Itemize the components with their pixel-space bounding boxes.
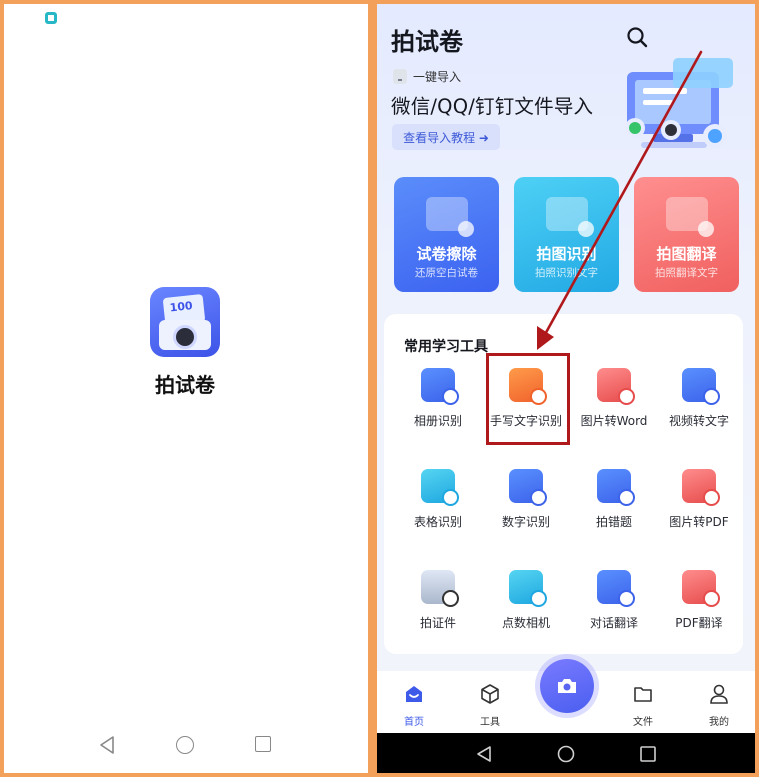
card-title: 试卷擦除 [416,245,477,263]
eraser-icon [426,197,474,237]
tool-label: 拍证件 [419,616,456,630]
nav-home-label: 首页 [404,717,424,728]
nav-tools[interactable]: 工具 [465,683,515,728]
tool-label: 数字识别 [501,515,550,529]
tool-label: 拍错题 [595,515,632,529]
system-nav-bar [4,718,368,773]
app-title: 拍试卷 [391,28,463,56]
status-bar-indicator-icon [45,12,57,24]
tool-pdf-translate[interactable]: PDF翻译 [654,570,744,631]
tool-count-camera[interactable]: 点数相机 [481,570,571,631]
import-tag-label: 一键导入 [413,70,462,84]
count-camera-icon [509,570,547,607]
card-title: 拍图翻译 [656,245,717,263]
search-icon[interactable] [626,26,648,48]
import-banner-title: 微信/QQ/钉钉文件导入 [391,95,594,118]
app-home-screen: 拍试卷 一键导入 微信/QQ/钉钉文件导入 查看导入教程 ➜ 试卷擦除 还原空白… [377,4,755,773]
tool-label: 相册识别 [413,414,462,428]
tool-dialogue-translate[interactable]: 对话翻译 [569,570,659,631]
tool-video-to-text[interactable]: 视频转文字 [654,368,744,429]
video-to-text-icon [682,368,720,405]
camera-icon [558,679,576,693]
nav-files-label: 文件 [633,717,653,728]
user-icon [710,684,728,704]
tool-image-to-pdf[interactable]: 图片转PDF [654,469,744,530]
recents-square-icon[interactable] [639,745,657,763]
id-photo-icon [421,570,459,607]
splash-screen: 100 拍试卷 [4,4,368,773]
nav-mine-label: 我的 [709,717,729,728]
card-subtitle: 还原空白试卷 [415,267,478,279]
image-to-word-icon [597,368,635,405]
image-to-pdf-icon [682,469,720,506]
mistake-capture-icon [597,469,635,506]
import-tutorial-button[interactable]: 查看导入教程 ➜ [392,124,500,150]
home-circle-icon[interactable] [557,745,575,763]
tool-label: 表格识别 [413,515,462,529]
pdf-translate-icon [682,570,720,607]
album-scan-icon [421,368,459,405]
download-icon [393,69,407,84]
camera-button[interactable] [540,659,594,713]
card-subtitle: 拍照识别文字 [535,267,598,279]
logo-camera-lens [173,325,197,349]
card-photo-translate[interactable]: 拍图翻译 拍照翻译文字 [634,177,739,292]
nav-home[interactable]: 首页 [389,683,439,728]
tool-label: 视频转文字 [668,414,729,428]
back-triangle-icon[interactable] [475,745,493,763]
tool-label: 对话翻译 [589,616,638,630]
nav-mine[interactable]: 我的 [694,683,744,728]
tool-album-scan[interactable]: 相册识别 [393,368,483,429]
tool-label: PDF翻译 [675,616,723,630]
home-icon [406,686,422,702]
card-title: 拍图识别 [536,245,597,263]
annotation-highlight-box [486,353,570,445]
folder-icon [634,687,652,702]
tool-label: 图片转PDF [669,515,729,529]
import-illustration-icon [625,58,733,148]
table-scan-icon [421,469,459,506]
dialogue-translate-icon [597,570,635,607]
back-triangle-icon[interactable] [98,735,116,755]
recents-square-icon[interactable] [255,736,271,752]
tool-id-photo[interactable]: 拍证件 [393,570,483,631]
logo-score-text: 100 [169,299,194,315]
splash-app-name: 拍试卷 [155,373,215,397]
home-circle-icon[interactable] [176,736,194,754]
app-logo-icon: 100 [150,287,220,357]
card-photo-recognize[interactable]: 拍图识别 拍照识别文字 [514,177,619,292]
card-exam-erase[interactable]: 试卷擦除 还原空白试卷 [394,177,499,292]
import-tag: 一键导入 [393,68,461,85]
card-subtitle: 拍照翻译文字 [655,267,718,279]
tool-table-scan[interactable]: 表格识别 [393,469,483,530]
nav-files[interactable]: 文件 [618,683,668,728]
system-nav-bar [377,733,755,773]
tool-label: 点数相机 [501,616,550,630]
nav-tools-label: 工具 [480,717,500,728]
tool-image-to-word[interactable]: 图片转Word [569,368,659,429]
number-scan-icon [509,469,547,506]
tool-label: 图片转Word [580,414,648,428]
tools-section-title: 常用学习工具 [404,339,488,355]
tool-mistake-capture[interactable]: 拍错题 [569,469,659,530]
image-translate-icon [666,197,714,237]
camera-scan-icon [546,197,594,237]
tool-number-scan[interactable]: 数字识别 [481,469,571,530]
cube-icon [481,684,499,704]
